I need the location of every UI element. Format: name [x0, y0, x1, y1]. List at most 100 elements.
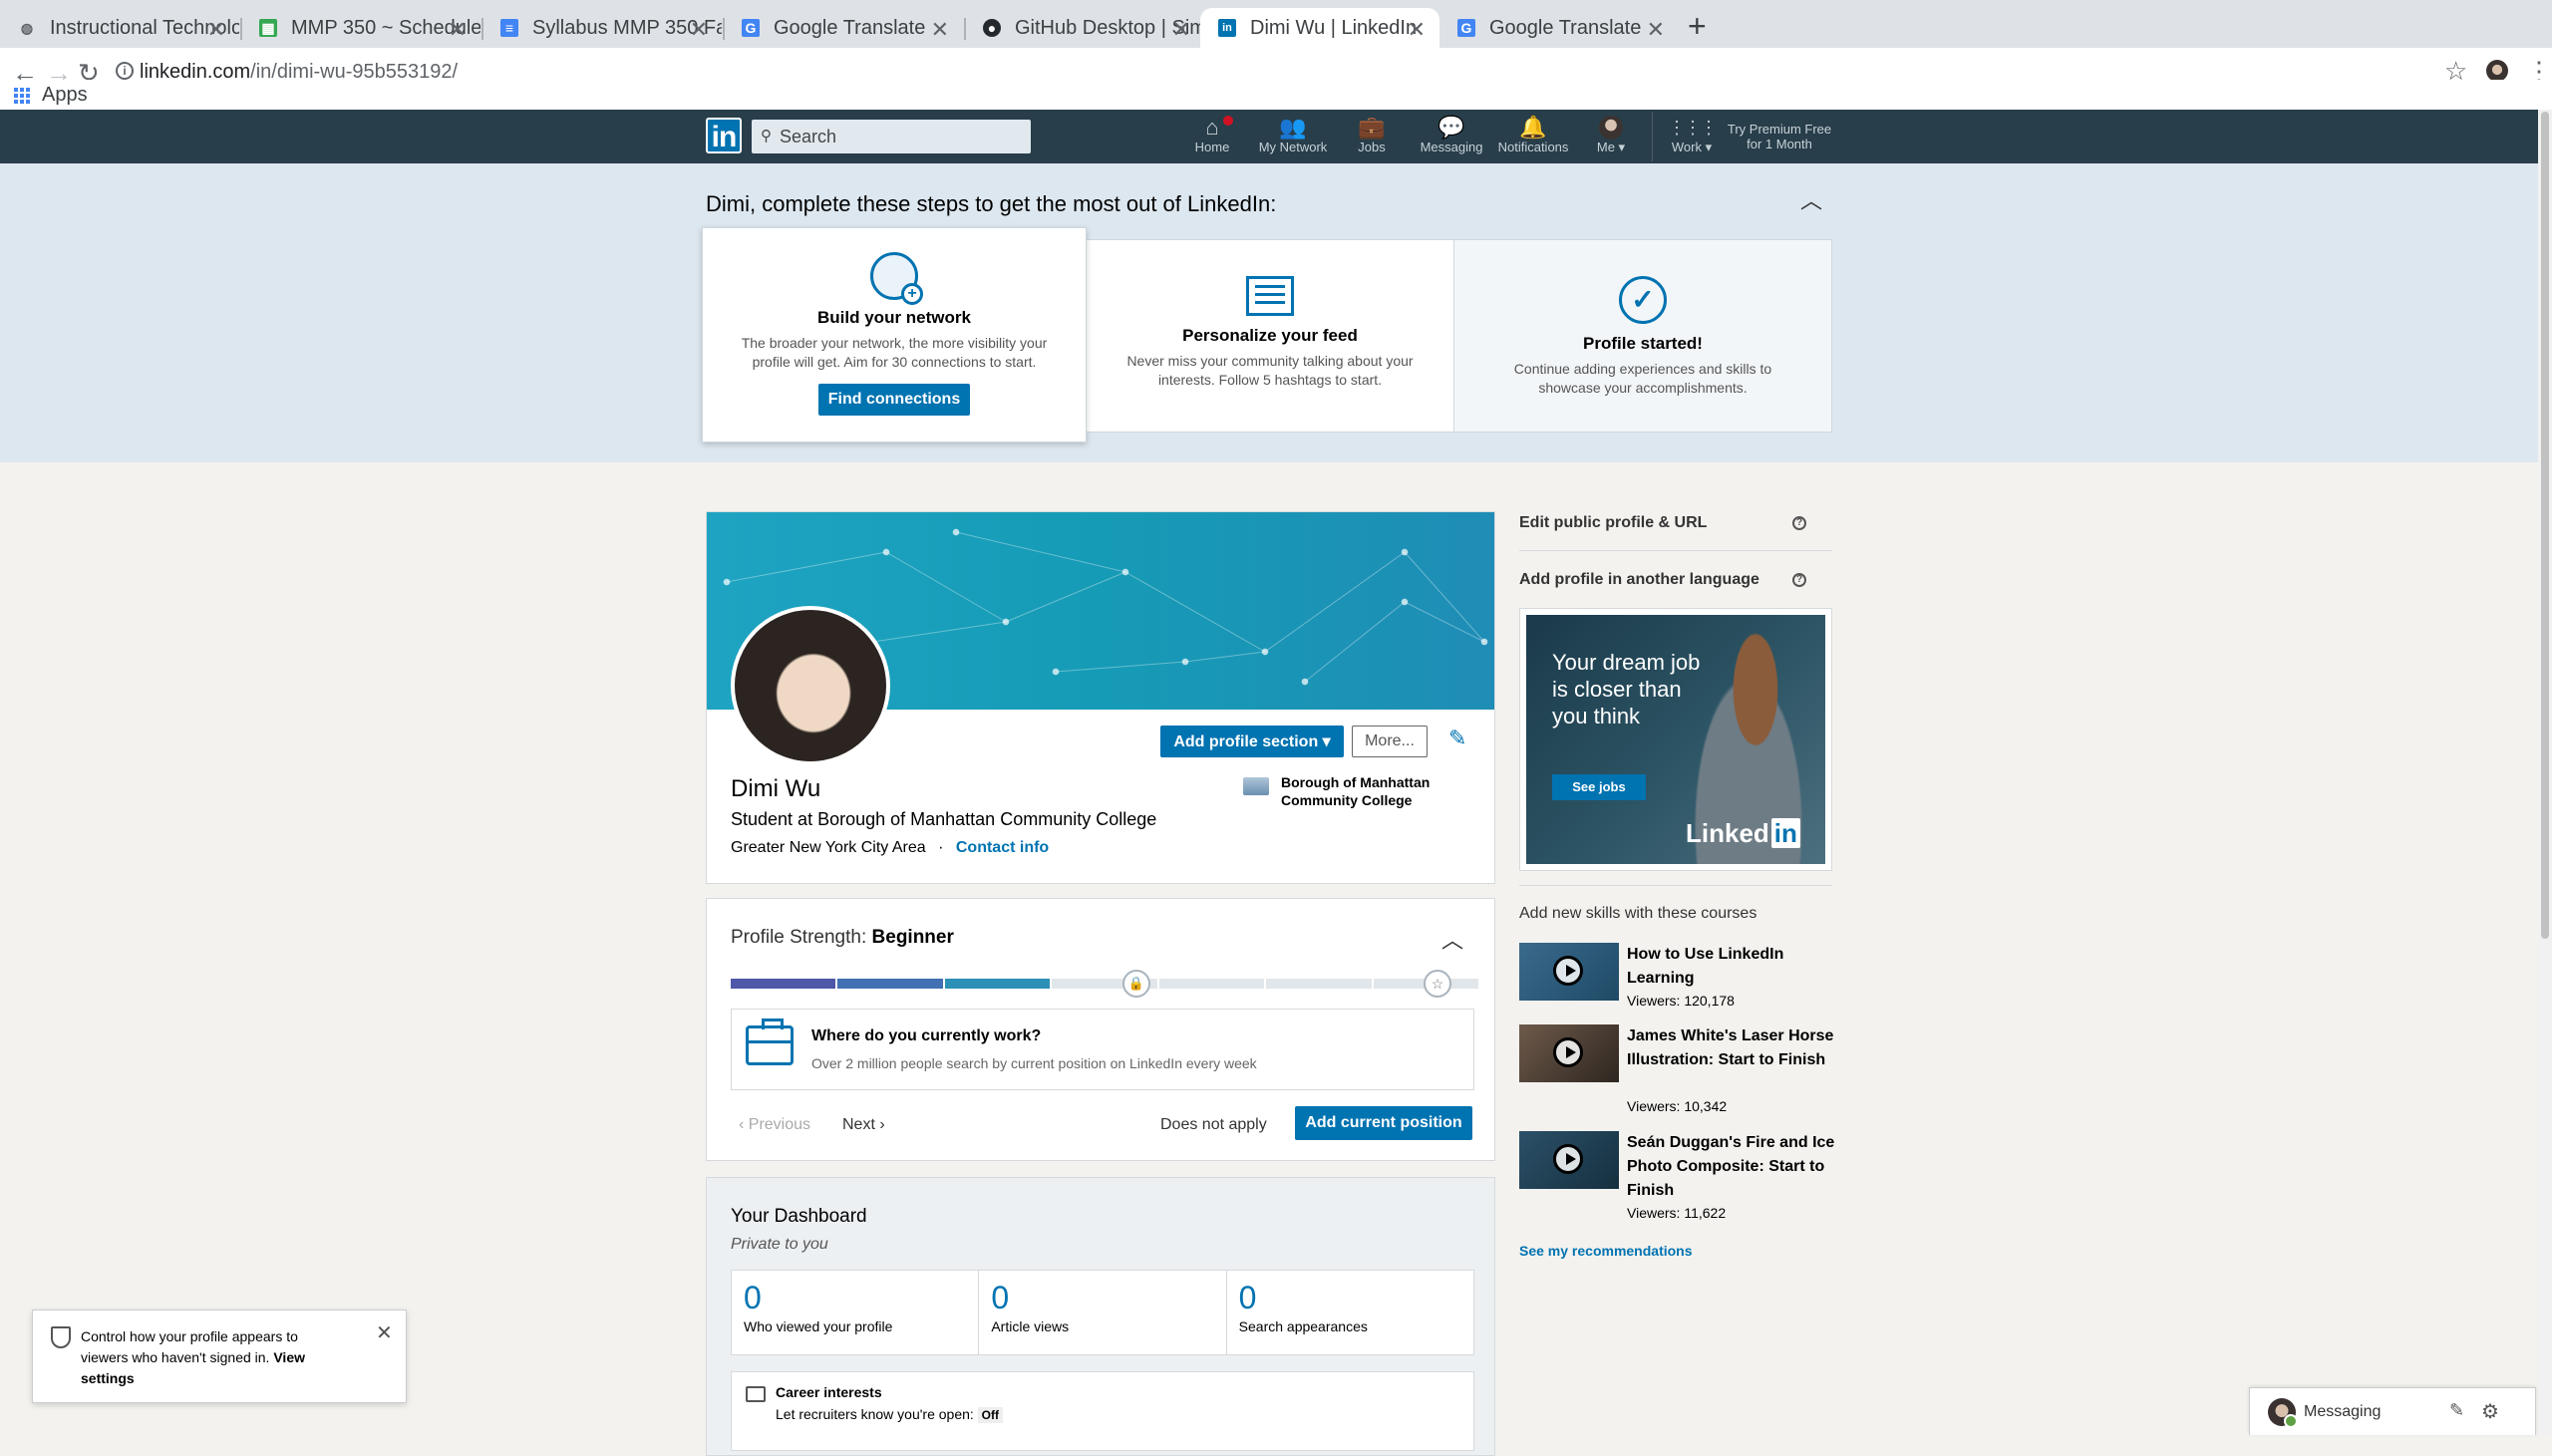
onboarding-band: Dimi, complete these steps to get the mo…	[0, 163, 2538, 462]
page-scrollbar[interactable]	[2538, 110, 2552, 1435]
close-icon[interactable]: ✕	[449, 17, 467, 43]
new-tab-button[interactable]: +	[1688, 8, 1707, 45]
course-views: Viewers: 10,342	[1627, 1098, 1728, 1114]
compose-icon[interactable]: ✎	[2449, 1400, 2464, 1421]
browser-tab-bar: ◍ Instructional Technology Servic ✕ ▦ MM…	[0, 0, 2552, 48]
course-item[interactable]: James White's Laser Horse Illustration: …	[1519, 1024, 1838, 1120]
chevron-up-icon[interactable]: ︿	[1441, 923, 1463, 955]
course-views: Viewers: 120,178	[1627, 993, 1735, 1009]
strength-meter-segment	[1266, 979, 1372, 989]
career-label: Let recruiters know you're open:	[776, 1406, 974, 1422]
close-icon[interactable]: ✕	[931, 17, 949, 43]
more-button[interactable]: More...	[1352, 726, 1428, 757]
stat-profile-views[interactable]: 0 Who viewed your profile	[732, 1271, 980, 1354]
apps-label: Apps	[42, 84, 88, 106]
find-connections-button[interactable]: Find connections	[818, 384, 970, 416]
star-icon: ☆	[1424, 970, 1451, 998]
browser-tab-active[interactable]: in Dimi Wu | LinkedIn ✕	[1200, 8, 1439, 48]
dashboard-subtitle: Private to you	[731, 1236, 828, 1253]
tab-title: Dimi Wu | LinkedIn	[1250, 16, 1418, 39]
close-icon[interactable]: ✕	[1408, 17, 1426, 43]
add-current-position-button[interactable]: Add current position	[1295, 1106, 1472, 1140]
contact-info-link[interactable]: Contact info	[956, 839, 1049, 856]
browser-tab[interactable]: G Google Translate ✕	[1439, 8, 1679, 48]
career-status: Off	[977, 1407, 1003, 1423]
globe-icon: ◍	[20, 19, 34, 36]
course-thumbnail	[1519, 1131, 1619, 1189]
chevron-up-icon[interactable]: ︿	[1800, 183, 1822, 215]
stat-search-appearances[interactable]: 0 Search appearances	[1227, 1271, 1473, 1354]
add-language-profile-link[interactable]: Add profile in another language	[1519, 571, 1759, 589]
browser-tab[interactable]: ◍ Instructional Technology Servic ✕	[0, 8, 239, 48]
profile-started-card[interactable]: ✓ Profile started! Continue adding exper…	[1453, 239, 1832, 433]
stat-article-views[interactable]: 0 Article views	[979, 1271, 1227, 1354]
info-icon[interactable]: i	[116, 62, 134, 80]
add-profile-section-button[interactable]: Add profile section ▾	[1160, 726, 1344, 757]
nav-jobs[interactable]: 💼 Jobs	[1337, 116, 1407, 155]
dashboard-title: Your Dashboard	[731, 1206, 867, 1227]
browser-tab[interactable]: ● GitHub Desktop | Simple collab ✕	[965, 8, 1204, 48]
see-jobs-button[interactable]: See jobs	[1552, 774, 1646, 800]
nav-notifications[interactable]: 🔔 Notifications	[1495, 116, 1571, 155]
tab-title: Google Translate	[774, 16, 926, 39]
profile-photo[interactable]	[731, 606, 890, 765]
nav-work[interactable]: ⋮⋮⋮ Work ▾	[1657, 116, 1727, 155]
browser-tab[interactable]: ≡ Syllabus MMP 350 Fall 2019 - ✕	[482, 8, 722, 48]
close-icon[interactable]: ✕	[1172, 17, 1190, 43]
previous-button[interactable]: ‹ Previous	[739, 1116, 810, 1134]
close-icon[interactable]: ✕	[376, 1320, 393, 1345]
course-item[interactable]: How to Use LinkedIn Learning Viewers: 12…	[1519, 943, 1838, 1032]
nav-work-label: Work ▾	[1671, 140, 1713, 154]
try-premium-link[interactable]: Try Premium Free for 1 Month	[1725, 122, 1834, 151]
nav-me[interactable]: Me ▾	[1576, 116, 1646, 155]
help-icon[interactable]: ?	[1792, 573, 1806, 587]
courses-heading: Add new skills with these courses	[1519, 905, 1757, 922]
me-avatar	[1599, 116, 1623, 140]
messaging-label: Messaging	[2304, 1403, 2382, 1420]
help-icon[interactable]: ?	[1792, 516, 1806, 530]
close-icon[interactable]: ✕	[1647, 17, 1665, 43]
pencil-icon[interactable]: ✎	[1448, 726, 1466, 751]
nav-notifications-label: Notifications	[1497, 140, 1569, 154]
next-button[interactable]: Next ›	[842, 1116, 885, 1134]
ad-banner[interactable]: Your dream job is closer than you think …	[1519, 608, 1832, 871]
search-placeholder: Search	[780, 127, 837, 146]
nav-my-network[interactable]: 👥 My Network	[1256, 116, 1330, 155]
messaging-dock[interactable]: Messaging ✎ ⚙	[2249, 1387, 2536, 1435]
profile-strength-card: Profile Strength: Beginner ︿ 🔒 ☆ Where d…	[706, 898, 1495, 1161]
briefcase-icon	[746, 1386, 766, 1402]
separator-dot: ·	[938, 839, 944, 856]
work-question: Where do you currently work?	[811, 1027, 1042, 1044]
card-text: The broader your network, the more visib…	[741, 335, 1048, 370]
apps-bookmark[interactable]: Apps	[14, 84, 88, 107]
profile-avatar-icon[interactable]	[2486, 60, 2508, 82]
course-item[interactable]: Seán Duggan's Fire and Ice Photo Composi…	[1519, 1131, 1838, 1227]
browser-tab[interactable]: G Google Translate ✕	[724, 8, 963, 48]
career-interests[interactable]: Career interests Let recruiters know you…	[731, 1371, 1474, 1451]
translate-icon: G	[742, 19, 760, 37]
edit-public-profile-link[interactable]: Edit public profile & URL	[1519, 514, 1707, 532]
build-network-card[interactable]: + Build your network The broader your ne…	[702, 227, 1087, 442]
personalize-feed-card[interactable]: Personalize your feed Never miss your co…	[1085, 239, 1455, 433]
gear-icon[interactable]: ⚙	[2481, 1399, 2499, 1424]
does-not-apply-button[interactable]: Does not apply	[1160, 1116, 1267, 1134]
card-text: Continue adding experiences and skills t…	[1513, 361, 1772, 396]
close-icon[interactable]: ✕	[207, 17, 225, 43]
close-icon[interactable]: ✕	[690, 17, 708, 43]
linkedin-header: in ⚲ Search ⌂ Home 👥 My Network 💼 Jobs 💬…	[0, 110, 2538, 163]
nav-me-label: Me ▾	[1596, 140, 1626, 154]
scrollbar-thumb[interactable]	[2541, 112, 2549, 939]
browser-tab[interactable]: ▦ MMP 350 ~ Schedule ✕	[241, 8, 480, 48]
nav-home[interactable]: ⌂ Home	[1177, 116, 1247, 154]
nav-messaging-label: Messaging	[1420, 140, 1483, 154]
strength-level: Beginner	[871, 927, 954, 948]
stat-label: Search appearances	[1238, 1318, 1368, 1334]
toast-message: Control how your profile appears to view…	[81, 1328, 298, 1365]
nav-messaging[interactable]: 💬 Messaging	[1417, 116, 1486, 155]
see-recommendations-link[interactable]: See my recommendations	[1519, 1243, 1693, 1259]
search-input[interactable]: ⚲ Search	[752, 120, 1031, 153]
linkedin-logo[interactable]: in	[706, 118, 742, 153]
grid-icon: ⋮⋮⋮	[1668, 118, 1718, 138]
school-link[interactable]: Borough of Manhattan Community College	[1243, 773, 1440, 809]
profile-headline: Student at Borough of Manhattan Communit…	[731, 809, 1157, 829]
